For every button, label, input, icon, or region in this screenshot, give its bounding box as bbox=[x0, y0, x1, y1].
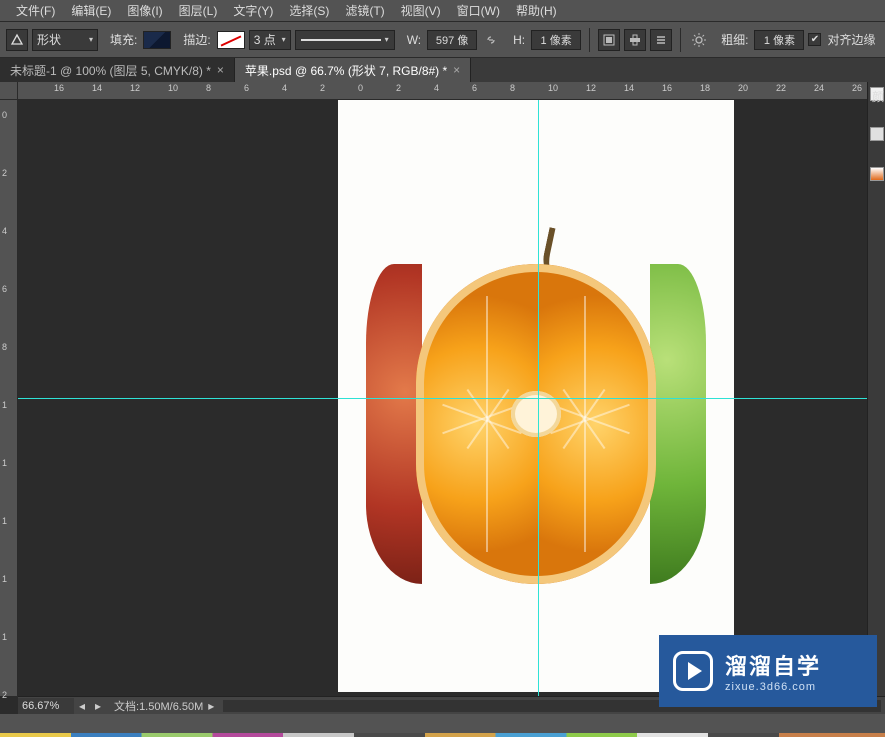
thickness-label: 粗细: bbox=[721, 31, 748, 48]
path-order-icon[interactable] bbox=[650, 29, 672, 51]
ruler-horizontal[interactable]: 16141210864202468101214161820222426 bbox=[18, 82, 867, 100]
chevron-down-icon: ▾ bbox=[282, 35, 286, 44]
menu-type[interactable]: 文字(Y) bbox=[225, 2, 281, 19]
chevron-down-icon: ▾ bbox=[385, 35, 389, 44]
chevron-down-icon: ▾ bbox=[89, 35, 93, 44]
stroke-swatch[interactable] bbox=[217, 31, 245, 49]
workspace: 16141210864202468101214161820222426 0246… bbox=[0, 82, 885, 714]
width-input[interactable] bbox=[427, 30, 477, 50]
dock-swatch[interactable] bbox=[869, 126, 885, 142]
menu-select[interactable]: 选择(S) bbox=[281, 2, 337, 19]
menu-file[interactable]: 文件(F) bbox=[8, 2, 63, 19]
scroll-right-icon[interactable]: ▸ bbox=[90, 698, 106, 714]
path-arrange-icon[interactable] bbox=[624, 29, 646, 51]
ruler-vertical[interactable]: 02468111112 bbox=[0, 100, 18, 696]
dock-gradient-swatch[interactable] bbox=[869, 166, 885, 182]
menu-edit[interactable]: 编辑(E) bbox=[63, 2, 119, 19]
stroke-style-preview bbox=[301, 39, 381, 41]
guide-horizontal[interactable] bbox=[18, 398, 867, 399]
scroll-left-icon[interactable]: ◂ bbox=[74, 698, 90, 714]
menu-image[interactable]: 图像(I) bbox=[119, 2, 170, 19]
watermark: 溜溜自学 zixue.3d66.com bbox=[659, 635, 877, 707]
document-tab-bar: 未标题-1 @ 100% (图层 5, CMYK/8) * × 苹果.psd @… bbox=[0, 58, 885, 82]
close-icon[interactable]: × bbox=[217, 63, 224, 77]
stroke-label: 描边: bbox=[183, 31, 210, 48]
zoom-field[interactable]: 66.67% bbox=[18, 698, 74, 714]
zoom-value: 66.67% bbox=[22, 700, 59, 712]
align-edges-label: 对齐边缘 bbox=[827, 31, 875, 48]
height-input[interactable] bbox=[531, 30, 581, 50]
shape-tool-icon[interactable] bbox=[6, 29, 28, 51]
document-tab[interactable]: 苹果.psd @ 66.7% (形状 7, RGB/8#) * × bbox=[235, 58, 471, 82]
watermark-title: 溜溜自学 bbox=[725, 649, 821, 681]
stroke-width-value: 3 点 bbox=[254, 31, 276, 48]
taskbar-strip bbox=[0, 733, 885, 737]
fill-swatch[interactable] bbox=[143, 31, 171, 49]
menu-view[interactable]: 视图(V) bbox=[393, 2, 449, 19]
options-bar: 形状 ▾ 填充: 描边: 3 点 ▾ ▾ W: H: 粗细: ✔ 对齐边缘 bbox=[0, 22, 885, 58]
canvas-image bbox=[366, 234, 706, 594]
stroke-style-dropdown[interactable]: ▾ bbox=[295, 30, 395, 50]
menu-window[interactable]: 窗口(W) bbox=[449, 2, 508, 19]
link-wh-icon[interactable] bbox=[481, 30, 501, 50]
stroke-width-dropdown[interactable]: 3 点 ▾ bbox=[249, 30, 291, 50]
ruler-origin[interactable] bbox=[0, 82, 18, 100]
menu-help[interactable]: 帮助(H) bbox=[508, 2, 565, 19]
menu-layer[interactable]: 图层(L) bbox=[171, 2, 226, 19]
width-label: W: bbox=[407, 33, 421, 47]
align-edges-checkbox[interactable]: ✔ bbox=[808, 33, 821, 46]
divider bbox=[589, 28, 590, 52]
document-tab[interactable]: 未标题-1 @ 100% (图层 5, CMYK/8) * × bbox=[0, 58, 235, 82]
scroll-right-icon[interactable]: ▸ bbox=[203, 698, 219, 714]
thickness-input[interactable] bbox=[754, 30, 804, 50]
artboard bbox=[338, 100, 734, 692]
play-icon bbox=[673, 651, 713, 691]
tab-label: 苹果.psd @ 66.7% (形状 7, RGB/8#) * bbox=[245, 62, 447, 79]
tab-label: 未标题-1 @ 100% (图层 5, CMYK/8) * bbox=[10, 62, 211, 79]
close-icon[interactable]: × bbox=[453, 63, 460, 77]
gear-icon[interactable] bbox=[689, 30, 709, 50]
right-panel-label: 颜 bbox=[871, 88, 885, 105]
apple-skin-left bbox=[366, 264, 422, 584]
divider bbox=[680, 28, 681, 52]
canvas-area[interactable] bbox=[18, 100, 867, 696]
watermark-url: zixue.3d66.com bbox=[725, 681, 821, 693]
shape-mode-dropdown[interactable]: 形状 ▾ bbox=[32, 29, 98, 51]
right-dock bbox=[867, 82, 885, 696]
height-label: H: bbox=[513, 33, 525, 47]
doc-size-label: 文档:1.50M/6.50M bbox=[114, 698, 203, 714]
apple-skin-right bbox=[650, 264, 706, 584]
path-align-icon[interactable] bbox=[598, 29, 620, 51]
shape-mode-label: 形状 bbox=[37, 31, 61, 48]
fill-label: 填充: bbox=[110, 31, 137, 48]
menu-filter[interactable]: 滤镜(T) bbox=[337, 2, 392, 19]
menu-bar: 文件(F) 编辑(E) 图像(I) 图层(L) 文字(Y) 选择(S) 滤镜(T… bbox=[0, 0, 885, 22]
